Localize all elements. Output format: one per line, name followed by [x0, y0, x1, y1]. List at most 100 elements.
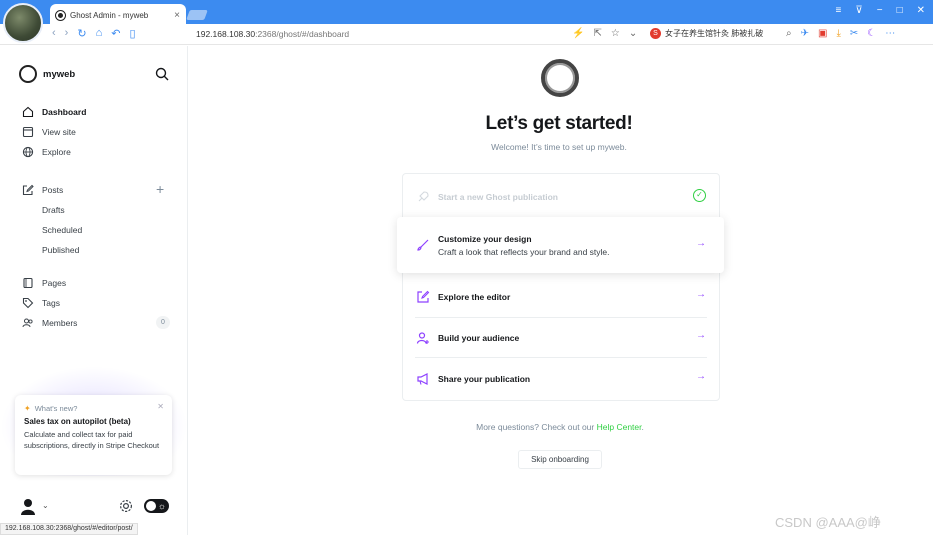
bird-icon[interactable]: ✈: [801, 28, 809, 39]
sidebar-item-members[interactable]: Members: [22, 315, 77, 331]
chevron-down-icon[interactable]: ⌄: [42, 501, 49, 510]
megaphone-icon: [417, 372, 428, 385]
address-actions: ⚡ ⇱ ☆ ⌄: [572, 28, 637, 39]
window-controls: ≡ ⊽ − □ ✕: [836, 5, 925, 16]
step-title: Share your publication: [438, 373, 531, 384]
step-title: Explore the editor: [438, 291, 511, 302]
step-title: Customize your design: [438, 233, 532, 244]
whats-new-header: ✦ What's new?: [24, 404, 163, 413]
whats-new-card[interactable]: ✦ What's new? ✕ Sales tax on autopilot (…: [15, 395, 172, 475]
lightning-icon[interactable]: ⚡: [572, 28, 584, 39]
whats-new-body: Calculate and collect tax for paid subsc…: [24, 430, 160, 450]
extension-icons: ⌕ ✈ ▣ ⤓ ✂ ☾ ⋯: [786, 28, 895, 39]
tag-icon: [22, 297, 34, 309]
arrow-right-icon: →: [696, 330, 706, 341]
minimize-icon[interactable]: −: [877, 5, 883, 16]
home-icon: [22, 106, 34, 118]
extension-red-icon[interactable]: ▣: [818, 28, 827, 39]
sidebar-item-posts[interactable]: Posts: [22, 182, 63, 198]
share-icon[interactable]: ⇱: [593, 28, 601, 39]
browser-profile-avatar[interactable]: [3, 3, 43, 43]
back-icon[interactable]: ‹: [52, 27, 56, 40]
search-icon[interactable]: [155, 67, 169, 81]
sidebar-item-view-site[interactable]: View site: [22, 124, 76, 140]
star-icon[interactable]: ☆: [611, 28, 620, 39]
maximize-icon[interactable]: □: [897, 5, 903, 16]
members-count-badge: 0: [156, 316, 170, 329]
search-icon[interactable]: ⌕: [786, 28, 792, 39]
step-share-publication[interactable]: Share your publication →: [402, 358, 720, 399]
sidebar-item-drafts[interactable]: Drafts: [42, 205, 65, 215]
close-window-icon[interactable]: ✕: [917, 5, 925, 16]
site-brand[interactable]: myweb: [19, 65, 75, 83]
step-explore-editor[interactable]: Explore the editor →: [402, 276, 720, 317]
refresh-icon[interactable]: ↻: [77, 27, 86, 40]
add-user-icon: [416, 331, 429, 344]
forward-icon[interactable]: ›: [65, 27, 69, 40]
page-icon: [23, 277, 33, 289]
more-icon[interactable]: ⋯: [885, 28, 895, 39]
ghost-logo: [541, 59, 579, 97]
user-avatar-icon[interactable]: [20, 498, 36, 515]
nav-buttons: ‹ › ↻ ⌂ ↶ ▯: [52, 27, 136, 40]
tab-title: Ghost Admin - myweb: [70, 11, 149, 20]
step-title: Start a new Ghost publication: [438, 191, 558, 202]
sidebar-footer: ⌄ ☼: [20, 498, 170, 516]
ghost-favicon-icon: [55, 10, 66, 21]
shield-icon[interactable]: ⊽: [855, 5, 862, 16]
rocket-icon: [418, 190, 429, 201]
step-customize-design[interactable]: Customize your design Craft a look that …: [397, 217, 724, 273]
url-path: :2368/ghost/#/dashboard: [255, 29, 350, 39]
check-icon: ✓: [693, 189, 706, 202]
sidebar-item-tags[interactable]: Tags: [22, 295, 60, 311]
watermark: CSDN @AAA@峥: [775, 515, 881, 530]
undo-icon[interactable]: ↶: [111, 27, 120, 40]
tab-close-icon[interactable]: ×: [174, 10, 180, 21]
close-icon[interactable]: ✕: [157, 402, 164, 411]
browser-status-bar: 192.168.108.30:2368/ghost/#/editor/post/: [0, 523, 138, 535]
new-post-plus-icon[interactable]: +: [156, 182, 164, 196]
home-icon[interactable]: ⌂: [96, 27, 103, 40]
gear-icon[interactable]: [118, 498, 134, 514]
menu-icon[interactable]: ≡: [836, 5, 842, 16]
help-center-link[interactable]: Help Center: [597, 422, 642, 432]
sidebar-item-pages[interactable]: Pages: [22, 275, 66, 291]
url-field[interactable]: 192.168.108.30:2368/ghost/#/dashboard: [196, 29, 349, 39]
window-icon: [22, 126, 34, 138]
chevron-down-icon[interactable]: ⌄: [629, 28, 637, 39]
sparkle-icon: ✦: [24, 404, 31, 413]
sidebar-item-label: Explore: [42, 147, 71, 157]
download-icon[interactable]: ⤓: [836, 28, 840, 39]
search-engine-icon: S: [650, 28, 661, 39]
whats-new-title: Sales tax on autopilot (beta): [24, 417, 131, 426]
sidebar-item-label: Posts: [42, 185, 64, 195]
step-title: Build your audience: [438, 332, 520, 343]
sidebar-item-dashboard[interactable]: Dashboard: [22, 104, 86, 120]
new-tab-button[interactable]: [186, 10, 208, 20]
sidebar-item-label: Pages: [42, 278, 67, 288]
members-icon: [22, 318, 33, 328]
url-host: 192.168.108.30: [196, 29, 256, 39]
scissors-icon[interactable]: ✂: [850, 28, 858, 39]
dark-mode-toggle[interactable]: ☼: [144, 499, 169, 513]
edit-icon: [417, 290, 430, 303]
step-build-audience[interactable]: Build your audience →: [402, 317, 720, 358]
step-description: Craft a look that reflects your brand an…: [438, 246, 610, 257]
skip-onboarding-button[interactable]: Skip onboarding: [518, 450, 602, 469]
globe-icon: [22, 146, 34, 158]
sidebar-item-scheduled[interactable]: Scheduled: [42, 225, 82, 235]
sidebar-item-label: Members: [42, 318, 78, 328]
step-start-publication: Start a new Ghost publication ✓: [402, 176, 720, 217]
arrow-right-icon: →: [696, 289, 706, 300]
sidebar-item-explore[interactable]: Explore: [22, 144, 71, 160]
sidebar-item-label: View site: [42, 127, 76, 137]
toggle-knob: [146, 501, 156, 511]
moon-icon[interactable]: ☾: [867, 28, 876, 39]
site-logo-icon: [19, 65, 37, 83]
sidebar-item-label: Dashboard: [42, 107, 87, 117]
help-suffix: .: [641, 422, 644, 432]
sidebar-item-published[interactable]: Published: [42, 245, 79, 255]
help-prefix: More questions? Check out our: [476, 422, 597, 432]
reader-icon[interactable]: ▯: [129, 27, 135, 40]
search-suggestion[interactable]: S 女子在养生馆针灸 肺被扎破: [650, 28, 763, 39]
